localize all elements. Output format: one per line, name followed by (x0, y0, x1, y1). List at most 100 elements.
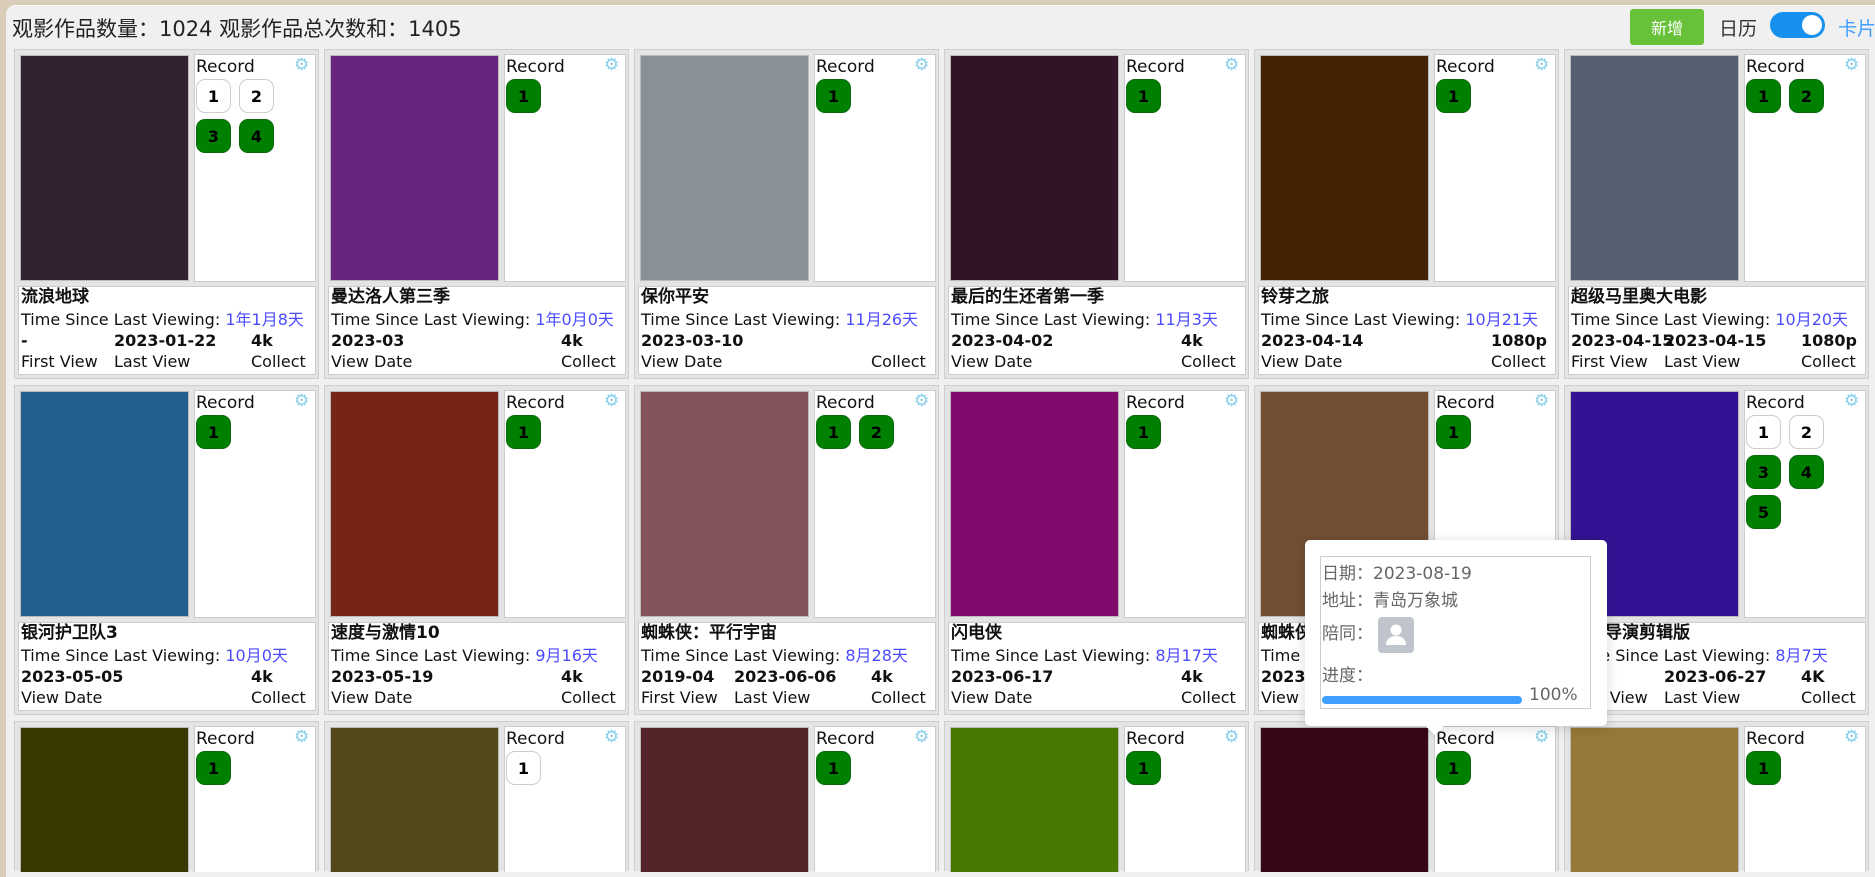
movie-card[interactable]: Record ⚙ 12345 联盟导演剪辑版 Time Since Last V… (1564, 385, 1869, 715)
poster-image[interactable] (20, 391, 189, 617)
movie-card[interactable]: Record ⚙ 1234 流浪地球 Time Since Last Viewi… (14, 49, 319, 379)
record-badges: 1234 (196, 79, 316, 153)
poster-image[interactable] (1260, 727, 1429, 872)
poster-image[interactable] (640, 55, 809, 281)
movie-card[interactable]: Record ⚙ 1 保你平安 Time Since Last Viewing:… (634, 49, 939, 379)
record-badge[interactable]: 2 (1789, 79, 1824, 113)
since-value: 10月20天 (1775, 310, 1849, 329)
poster-image[interactable] (950, 727, 1119, 872)
poster-image[interactable] (640, 391, 809, 617)
record-badge[interactable]: 1 (196, 415, 231, 449)
movie-card[interactable]: Record ⚙ 12 蜘蛛侠：平行宇宙 Time Since Last Vie… (634, 385, 939, 715)
movie-card[interactable]: Record ⚙ 1 速度与激情10 Time Since Last Viewi… (324, 385, 629, 715)
gear-icon[interactable]: ⚙ (294, 393, 310, 410)
poster-image[interactable] (1570, 55, 1739, 281)
record-badge[interactable]: 1 (506, 415, 541, 449)
record-badge[interactable]: 5 (1746, 495, 1781, 529)
movie-card[interactable]: Record ⚙ 1 最后的生还者第一季 Time Since Last Vie… (944, 49, 1249, 379)
view-date-value: - (21, 331, 28, 350)
record-panel: Record ⚙ 1 (1124, 726, 1246, 872)
record-badge[interactable]: 1 (1436, 415, 1471, 449)
movie-card[interactable]: Record ⚙ 1 (324, 721, 629, 872)
record-label: Record (816, 57, 875, 77)
movie-card[interactable]: Record ⚙ 1 (634, 721, 939, 872)
record-badge[interactable]: 4 (239, 119, 274, 153)
poster-image[interactable] (640, 727, 809, 872)
record-badge[interactable]: 1 (1746, 751, 1781, 785)
gear-icon[interactable]: ⚙ (914, 729, 930, 746)
record-badge[interactable]: 2 (239, 79, 274, 113)
movie-card[interactable]: Record ⚙ 12 超级马里奥大电影 Time Since Last Vie… (1564, 49, 1869, 379)
quality-label: Collect (251, 352, 306, 371)
view-date-value: 2023-04-02 (951, 331, 1054, 350)
gear-icon[interactable]: ⚙ (914, 57, 930, 74)
record-badge[interactable]: 1 (816, 79, 851, 113)
gear-icon[interactable]: ⚙ (1534, 57, 1550, 74)
record-badge[interactable]: 1 (506, 751, 541, 785)
gear-icon[interactable]: ⚙ (1844, 57, 1860, 74)
movie-card[interactable]: Record ⚙ 1 闪电侠 Time Since Last Viewing: … (944, 385, 1249, 715)
add-button[interactable]: 新增 (1630, 9, 1704, 45)
gear-icon[interactable]: ⚙ (914, 393, 930, 410)
record-badge[interactable]: 2 (1789, 415, 1824, 449)
movie-title: 银河护卫队3 (21, 623, 118, 643)
record-label: Record (196, 729, 255, 749)
record-badge[interactable]: 2 (859, 415, 894, 449)
view-toggle[interactable] (1770, 12, 1825, 38)
movie-card[interactable]: Record ⚙ 1 银河护卫队3 Time Since Last Viewin… (14, 385, 319, 715)
gear-icon[interactable]: ⚙ (1224, 393, 1240, 410)
record-badge[interactable]: 3 (1746, 455, 1781, 489)
record-badge[interactable]: 1 (1126, 751, 1161, 785)
gear-icon[interactable]: ⚙ (604, 729, 620, 746)
movie-card[interactable]: Record ⚙ 1 (944, 721, 1249, 872)
poster-image[interactable] (1260, 55, 1429, 281)
record-badge[interactable]: 1 (196, 751, 231, 785)
gear-icon[interactable]: ⚙ (1224, 729, 1240, 746)
record-panel: Record ⚙ 1 (504, 54, 626, 282)
gear-icon[interactable]: ⚙ (604, 57, 620, 74)
gear-icon[interactable]: ⚙ (294, 729, 310, 746)
poster-image[interactable] (20, 727, 189, 872)
gear-icon[interactable]: ⚙ (604, 393, 620, 410)
gear-icon[interactable]: ⚙ (1534, 393, 1550, 410)
record-badge[interactable]: 1 (816, 751, 851, 785)
movie-title: 闪电侠 (951, 623, 1002, 643)
record-badge[interactable]: 1 (1436, 79, 1471, 113)
movie-card[interactable]: Record ⚙ 1 铃芽之旅 Time Since Last Viewing:… (1254, 49, 1559, 379)
movie-card[interactable]: Record ⚙ 1 (1254, 721, 1559, 872)
movie-card[interactable]: Record ⚙ 1 (1564, 721, 1869, 872)
record-label: Record (1436, 729, 1495, 749)
gear-icon[interactable]: ⚙ (1534, 729, 1550, 746)
record-badge[interactable]: 1 (1746, 415, 1781, 449)
record-badge[interactable]: 4 (1789, 455, 1824, 489)
gear-icon[interactable]: ⚙ (294, 57, 310, 74)
movie-card[interactable]: Record ⚙ 1 曼达洛人第三季 Time Since Last Viewi… (324, 49, 629, 379)
poster-image[interactable] (330, 391, 499, 617)
progress-bar (1322, 696, 1522, 704)
record-badge[interactable]: 1 (196, 79, 231, 113)
gear-icon[interactable]: ⚙ (1844, 393, 1860, 410)
record-badge[interactable]: 1 (1746, 79, 1781, 113)
view-date-label: Last View (1664, 352, 1741, 371)
poster-image[interactable] (330, 55, 499, 281)
gear-icon[interactable]: ⚙ (1224, 57, 1240, 74)
poster-image[interactable] (1570, 727, 1739, 872)
record-badge[interactable]: 1 (1436, 751, 1471, 785)
record-badges: 1 (506, 79, 626, 113)
movie-title: 超级马里奥大电影 (1571, 287, 1707, 307)
record-badge[interactable]: 1 (1126, 415, 1161, 449)
movie-title: 最后的生还者第一季 (951, 287, 1104, 307)
record-badge[interactable]: 1 (1126, 79, 1161, 113)
poster-image[interactable] (950, 391, 1119, 617)
poster-image[interactable] (20, 55, 189, 281)
gear-icon[interactable]: ⚙ (1844, 729, 1860, 746)
poster-image[interactable] (950, 55, 1119, 281)
poster-image[interactable] (330, 727, 499, 872)
movie-card[interactable]: Record ⚙ 1 (14, 721, 319, 872)
record-badge[interactable]: 1 (506, 79, 541, 113)
since-value: 11月3天 (1155, 310, 1218, 329)
record-badge[interactable]: 1 (816, 415, 851, 449)
since-label: Time Since Last Viewing: (331, 646, 531, 665)
quality-value: 4k (1181, 331, 1203, 350)
record-badge[interactable]: 3 (196, 119, 231, 153)
